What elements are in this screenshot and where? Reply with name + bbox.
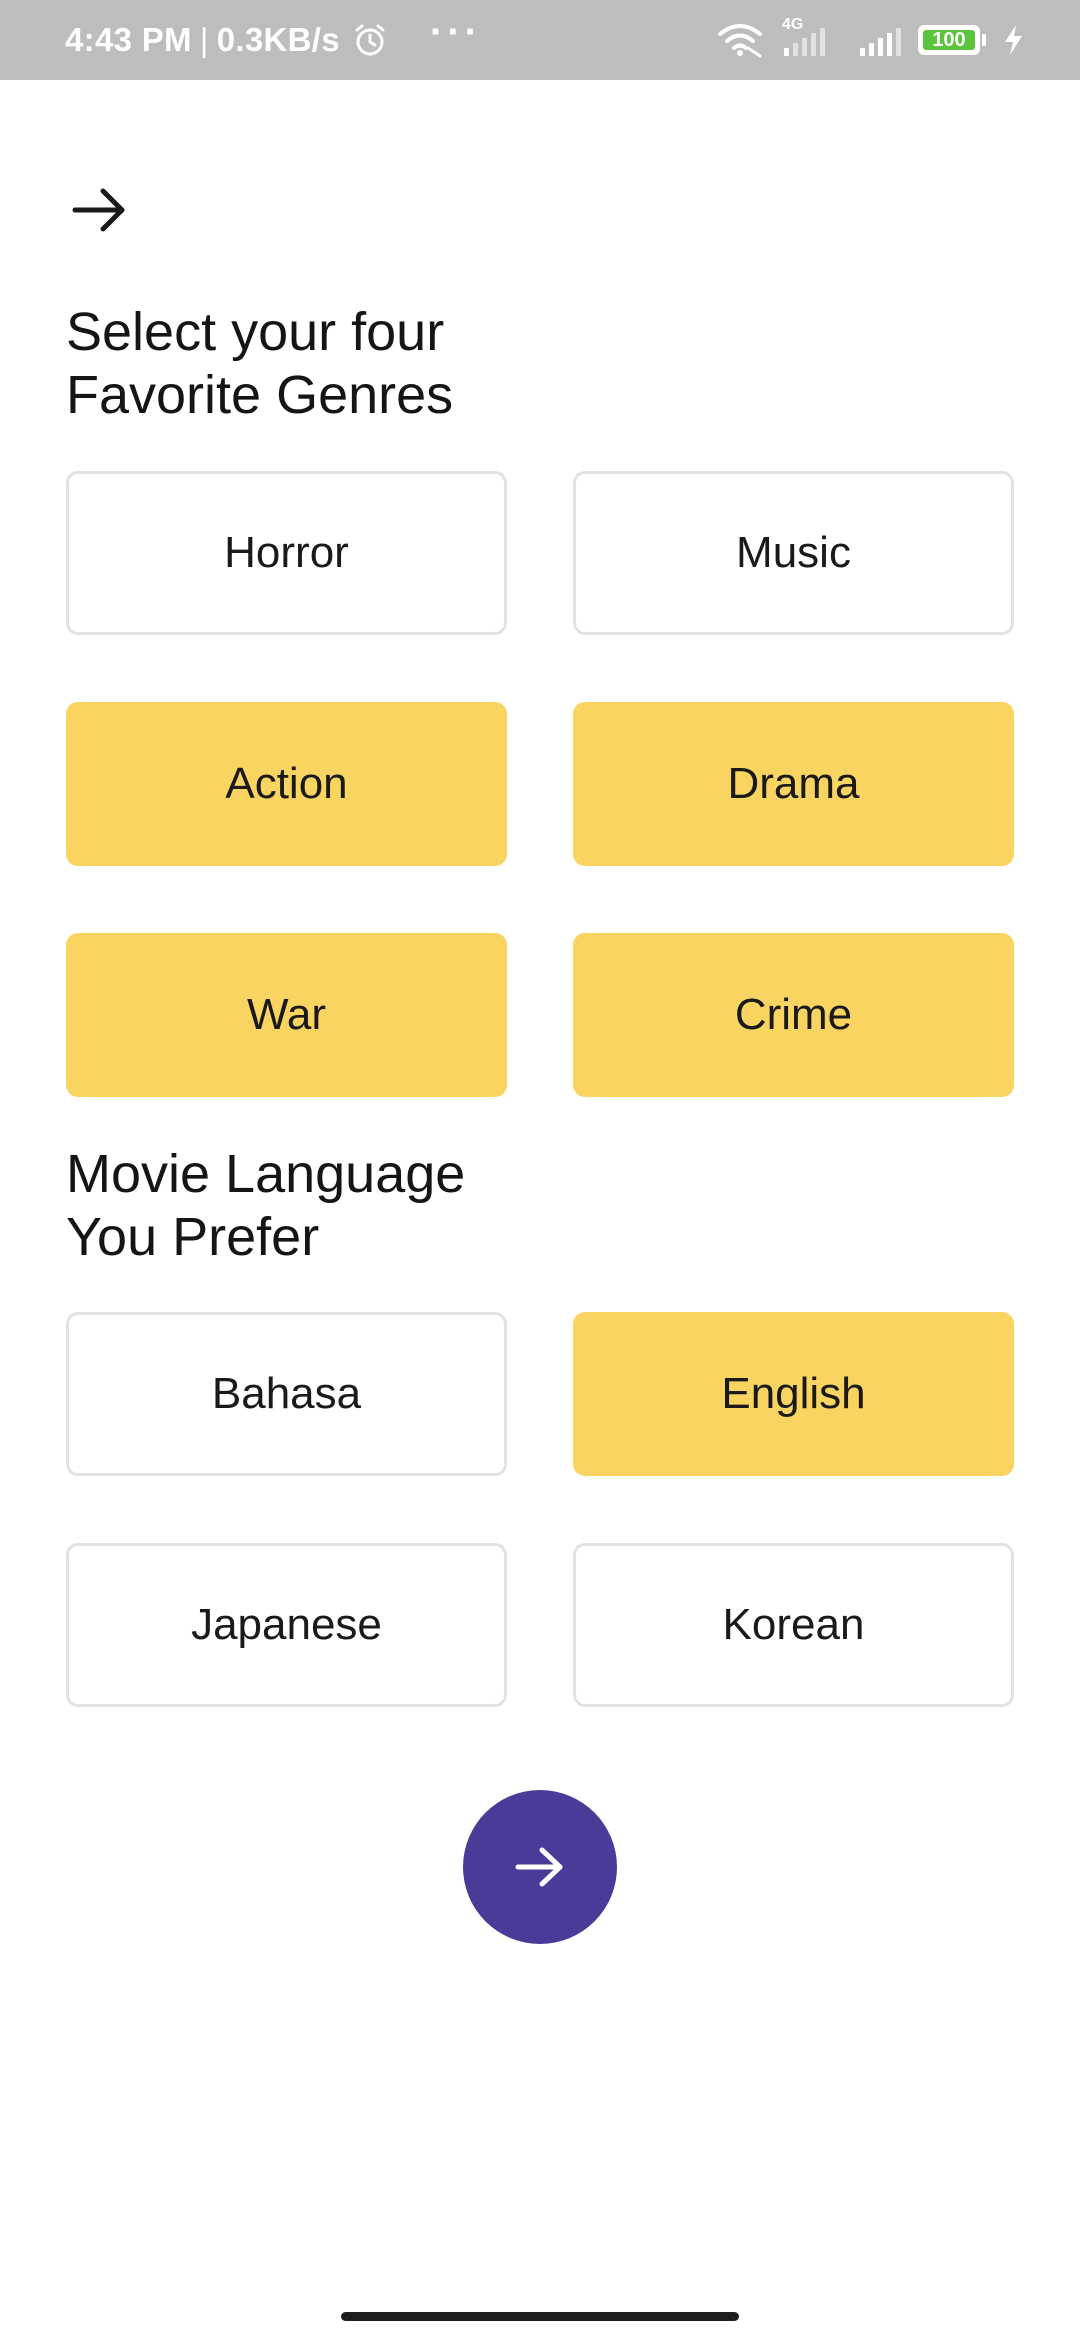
- cell-signal-4g: 4G: [780, 16, 842, 58]
- language-heading: Movie Language You Prefer: [66, 1144, 466, 1267]
- genre-option-crime[interactable]: Crime: [573, 933, 1014, 1097]
- genre-option-drama[interactable]: Drama: [573, 702, 1014, 866]
- genre-option-war[interactable]: War: [66, 933, 507, 1097]
- language-option-japanese[interactable]: Japanese: [66, 1543, 507, 1707]
- status-time: 4:43 PM: [65, 21, 192, 58]
- arrow-right-icon: [515, 1847, 563, 1887]
- genre-label: War: [246, 990, 327, 1039]
- language-option-bahasa[interactable]: Bahasa: [66, 1312, 507, 1476]
- genre-option-horror[interactable]: Horror: [66, 471, 507, 635]
- language-label: Bahasa: [211, 1369, 362, 1418]
- lightning-bolt-icon: [1005, 25, 1022, 55]
- genre-option-action[interactable]: Action: [66, 702, 507, 866]
- next-button[interactable]: [463, 1790, 617, 1944]
- more-dots-icon: ···: [429, 10, 482, 54]
- genre-label: Drama: [727, 759, 860, 808]
- cell-signal-icon: [860, 28, 901, 56]
- home-gesture-bar[interactable]: [341, 2312, 739, 2321]
- genres-heading: Select your four Favorite Genres: [66, 302, 454, 425]
- language-option-korean[interactable]: Korean: [573, 1543, 1014, 1707]
- language-label: English: [721, 1369, 866, 1418]
- language-label: Korean: [722, 1600, 865, 1649]
- genre-option-music[interactable]: Music: [573, 471, 1014, 635]
- genre-label: Horror: [224, 528, 349, 577]
- language-label: Japanese: [191, 1600, 382, 1649]
- arrow-right-icon[interactable]: [70, 185, 130, 235]
- status-bar: 4:43 PM | 0.3KB/s ··· 4G 100: [0, 0, 1080, 80]
- genre-preference-screen: 4:43 PM | 0.3KB/s ··· 4G 100 Select your…: [0, 0, 1080, 2340]
- battery-tip: [982, 34, 986, 46]
- alarm-clock-icon: [355, 24, 385, 56]
- genre-label: Music: [736, 528, 851, 577]
- network-speed: 0.3KB/s: [216, 21, 340, 58]
- language-option-english[interactable]: English: [573, 1312, 1014, 1476]
- status-left: 4:43 PM | 0.3KB/s ···: [65, 12, 482, 60]
- genre-label: Crime: [734, 990, 853, 1039]
- status-right: 4G 100: [716, 16, 1024, 58]
- genre-label: Action: [225, 759, 348, 808]
- battery-level: 100: [932, 29, 966, 51]
- cell-signal-icon: [784, 28, 825, 56]
- wifi-icon: [718, 24, 762, 58]
- battery-indicator: 100: [918, 25, 980, 55]
- status-separator: |: [199, 21, 209, 58]
